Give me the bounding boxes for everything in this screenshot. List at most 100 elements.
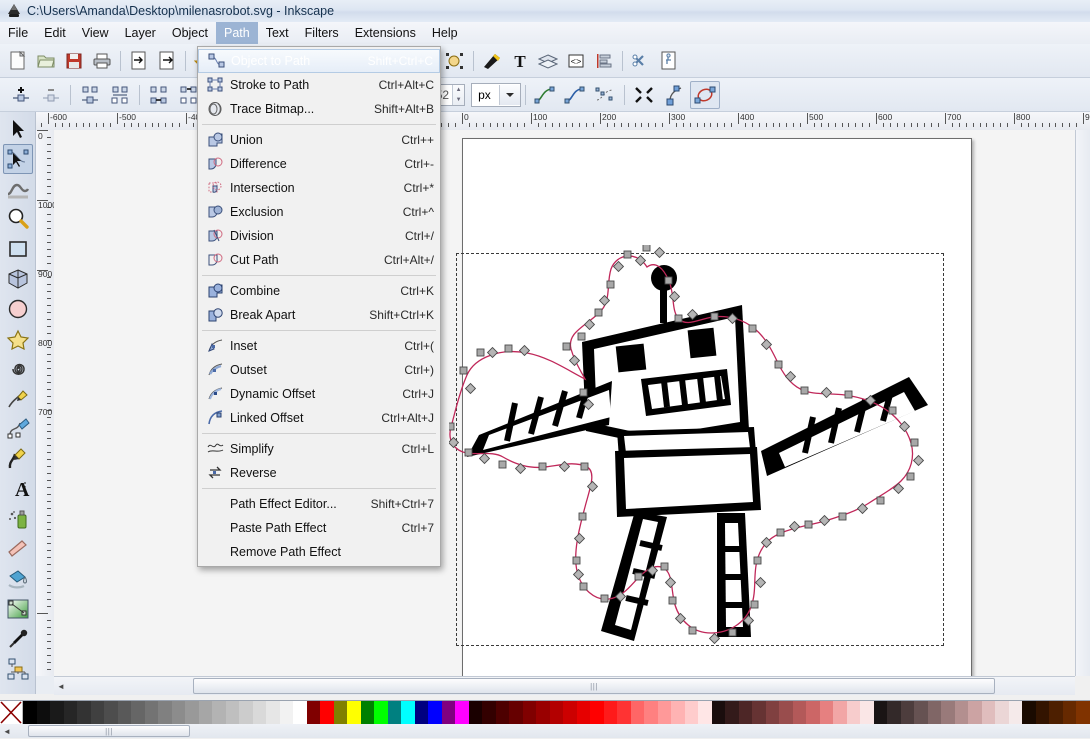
node-editor-tool[interactable] xyxy=(3,144,33,174)
palette-swatch[interactable] xyxy=(118,701,132,725)
import-icon[interactable] xyxy=(126,48,152,74)
star-tool[interactable] xyxy=(3,324,33,354)
menu-help[interactable]: Help xyxy=(424,22,466,44)
xml-editor-icon[interactable]: <> xyxy=(563,48,589,74)
join-nodes-icon[interactable] xyxy=(106,82,134,108)
menu-item-reverse[interactable]: Reverse xyxy=(198,461,440,485)
palette-swatch[interactable] xyxy=(1036,701,1050,725)
palette-swatch[interactable] xyxy=(928,701,942,725)
palette-swatch[interactable] xyxy=(253,701,267,725)
zoom-tool[interactable] xyxy=(3,204,33,234)
palette-swatch[interactable] xyxy=(131,701,145,725)
join-segment-icon[interactable] xyxy=(145,82,173,108)
menu-item-division[interactable]: DivisionCtrl+/ xyxy=(198,224,440,248)
horizontal-scroll-thumb[interactable]: ||| xyxy=(193,678,995,694)
eyedropper-tool[interactable] xyxy=(3,624,33,654)
ellipse-tool[interactable] xyxy=(3,294,33,324)
gradient-tool[interactable] xyxy=(3,594,33,624)
pencil-tool[interactable] xyxy=(3,384,33,414)
palette-swatch[interactable] xyxy=(320,701,334,725)
menu-item-paste-path-effect[interactable]: Paste Path EffectCtrl+7 xyxy=(198,516,440,540)
palette-swatch[interactable] xyxy=(712,701,726,725)
palette-swatch[interactable] xyxy=(280,701,294,725)
document-properties-icon[interactable] xyxy=(656,48,682,74)
layers-icon[interactable] xyxy=(535,48,561,74)
palette-swatch[interactable] xyxy=(793,701,807,725)
palette-swatch[interactable] xyxy=(64,701,78,725)
curve-segment-icon[interactable] xyxy=(561,82,589,108)
palette-swatch[interactable] xyxy=(334,701,348,725)
palette-swatch[interactable] xyxy=(887,701,901,725)
menu-item-break-apart[interactable]: Break ApartShift+Ctrl+K xyxy=(198,303,440,327)
palette-scrollbar[interactable]: ◄ ||| xyxy=(0,724,1090,738)
palette-swatch[interactable] xyxy=(158,701,172,725)
rectangle-tool[interactable] xyxy=(3,234,33,264)
palette-swatch[interactable] xyxy=(820,701,834,725)
palette-swatch[interactable] xyxy=(995,701,1009,725)
tweak-tool[interactable] xyxy=(3,174,33,204)
line-segment-icon[interactable] xyxy=(531,82,559,108)
selector-tool[interactable] xyxy=(3,114,33,144)
menu-item-outset[interactable]: OutsetCtrl+) xyxy=(198,358,440,382)
box3d-tool[interactable] xyxy=(3,264,33,294)
color-palette[interactable] xyxy=(0,700,1090,725)
chevron-down-icon[interactable] xyxy=(499,85,520,105)
palette-swatch[interactable] xyxy=(226,701,240,725)
connector-tool[interactable] xyxy=(3,654,33,684)
palette-swatch[interactable] xyxy=(914,701,928,725)
palette-swatch[interactable] xyxy=(1022,701,1036,725)
palette-swatch[interactable] xyxy=(172,701,186,725)
unit-select[interactable]: px xyxy=(471,83,521,107)
deselect-icon[interactable] xyxy=(442,48,468,74)
palette-swatch[interactable] xyxy=(1076,701,1090,725)
menu-file[interactable]: File xyxy=(0,22,36,44)
scroll-left-arrow-icon[interactable]: ◄ xyxy=(54,678,68,694)
palette-swatch[interactable] xyxy=(104,701,118,725)
palette-swatch[interactable] xyxy=(752,701,766,725)
palette-swatch[interactable] xyxy=(806,701,820,725)
show-handles-icon[interactable] xyxy=(630,82,658,108)
palette-swatch[interactable] xyxy=(361,701,375,725)
vertical-scrollbar[interactable] xyxy=(1075,130,1090,676)
palette-swatch[interactable] xyxy=(91,701,105,725)
text-icon[interactable]: T xyxy=(507,48,533,74)
menu-item-exclusion[interactable]: ExclusionCtrl+^ xyxy=(198,200,440,224)
menu-item-union[interactable]: UnionCtrl++ xyxy=(198,128,440,152)
menu-item-intersection[interactable]: IntersectionCtrl+* xyxy=(198,176,440,200)
palette-swatch[interactable] xyxy=(550,701,564,725)
palette-swatch[interactable] xyxy=(631,701,645,725)
new-file-icon[interactable] xyxy=(5,48,31,74)
palette-swatch[interactable] xyxy=(266,701,280,725)
palette-swatch[interactable] xyxy=(77,701,91,725)
palette-swatch[interactable] xyxy=(185,701,199,725)
palette-swatch[interactable] xyxy=(725,701,739,725)
menu-text[interactable]: Text xyxy=(258,22,297,44)
menu-layer[interactable]: Layer xyxy=(117,22,164,44)
palette-swatch[interactable] xyxy=(442,701,456,725)
palette-swatch[interactable] xyxy=(212,701,226,725)
y-spin-down-icon[interactable]: ▼ xyxy=(453,95,464,105)
palette-swatch[interactable] xyxy=(509,701,523,725)
spray-can-tool[interactable] xyxy=(3,504,33,534)
palette-swatch[interactable] xyxy=(874,701,888,725)
palette-swatch[interactable] xyxy=(644,701,658,725)
break-path-icon[interactable] xyxy=(76,82,104,108)
menu-item-inset[interactable]: InsetCtrl+( xyxy=(198,334,440,358)
fill-stroke-icon[interactable] xyxy=(479,48,505,74)
palette-swatch[interactable] xyxy=(968,701,982,725)
menu-item-object-to-path[interactable]: Object to PathShift+Ctrl+C xyxy=(198,49,440,73)
menu-item-remove-path-effect[interactable]: Remove Path Effect xyxy=(198,540,440,564)
palette-swatch[interactable] xyxy=(1009,701,1023,725)
palette-swatch[interactable] xyxy=(536,701,550,725)
palette-swatch[interactable] xyxy=(577,701,591,725)
menu-path[interactable]: Path xyxy=(216,22,258,44)
menu-item-simplify[interactable]: SimplifyCtrl+L xyxy=(198,437,440,461)
menu-item-dynamic-offset[interactable]: Dynamic OffsetCtrl+J xyxy=(198,382,440,406)
menu-item-linked-offset[interactable]: Linked OffsetCtrl+Alt+J xyxy=(198,406,440,430)
menu-item-cut-path[interactable]: Cut PathCtrl+Alt+/ xyxy=(198,248,440,272)
palette-scroll-left-arrow-icon[interactable]: ◄ xyxy=(0,723,14,739)
delete-node-icon[interactable] xyxy=(37,82,65,108)
menu-item-trace-bitmap[interactable]: Trace Bitmap...Shift+Alt+B xyxy=(198,97,440,121)
palette-swatch[interactable] xyxy=(955,701,969,725)
palette-swatch[interactable] xyxy=(590,701,604,725)
